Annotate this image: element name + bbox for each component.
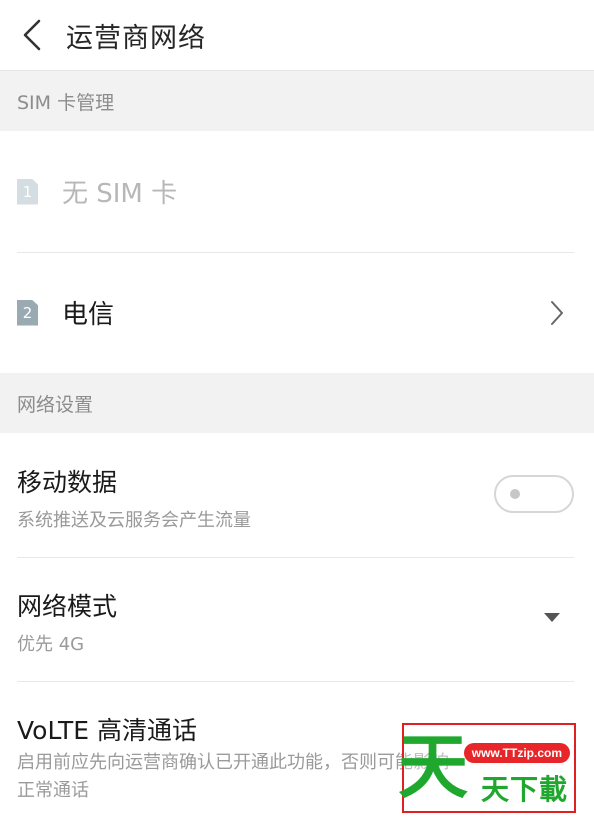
dropdown-arrow-icon[interactable]	[544, 613, 560, 622]
mobile-data-title: 移动数据	[17, 468, 118, 497]
watermark-big-char: 天	[398, 726, 468, 808]
app-header: 运营商网络	[0, 0, 594, 71]
sim-slot-2-row[interactable]: 2 电信	[0, 252, 594, 373]
sim-card-2-icon: 2	[17, 299, 38, 326]
network-mode-row[interactable]: 网络模式 优先 4G	[0, 557, 594, 681]
watermark-logo-text: 天下載	[480, 773, 568, 806]
page-title: 运营商网络	[66, 22, 206, 54]
volte-title: VoLTE 高清通话	[17, 716, 197, 745]
mobile-data-toggle[interactable]	[494, 475, 574, 513]
sim-slot-2-label: 电信	[62, 300, 115, 330]
watermark-url: www.TTzip.com	[463, 743, 570, 763]
sim-card-1-icon: 1	[17, 178, 38, 205]
network-mode-value: 优先 4G	[17, 634, 85, 655]
volte-subtitle: 启用前应先向运营商确认已开通此功能，否则可能影响正常通话	[17, 752, 449, 801]
mobile-data-row[interactable]: 移动数据 系统推送及云服务会产生流量	[0, 433, 594, 557]
section-header-sim-management: SIM 卡管理	[0, 71, 594, 131]
site-watermark: 天 www.TTzip.com 天下載	[398, 723, 576, 813]
network-mode-title: 网络模式	[17, 592, 118, 621]
section-header-network-settings: 网络设置	[0, 373, 594, 433]
toggle-knob	[510, 489, 520, 499]
sim-slot-1-label: 无 SIM 卡	[62, 179, 178, 209]
sim-slot-1-row[interactable]: 1 无 SIM 卡	[0, 131, 594, 252]
chevron-left-icon	[23, 19, 41, 51]
mobile-data-subtitle: 系统推送及云服务会产生流量	[17, 510, 251, 531]
chevron-right-icon	[551, 300, 563, 325]
back-button[interactable]	[4, 0, 60, 70]
